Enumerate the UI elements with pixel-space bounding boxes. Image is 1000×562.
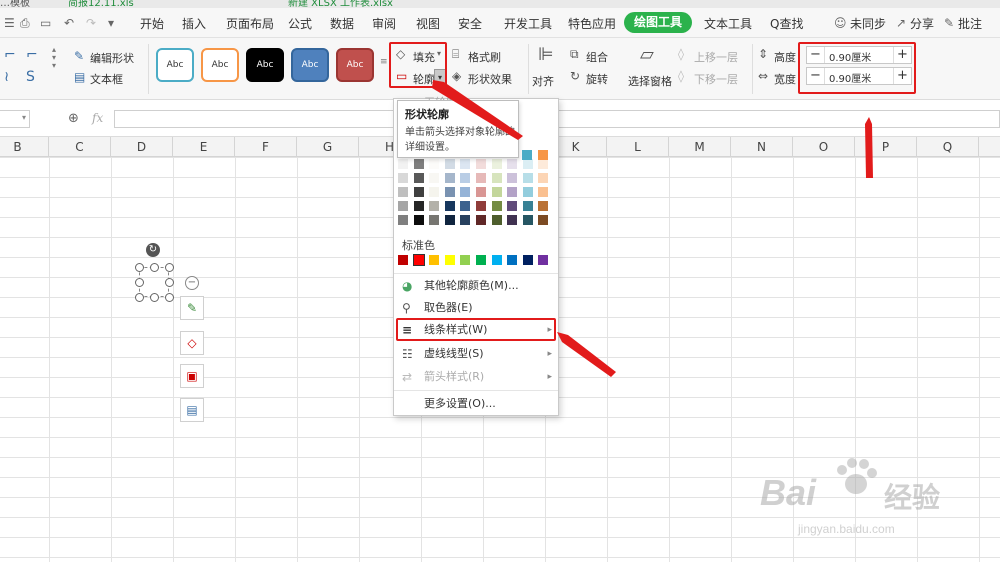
watermark-brand: Bai bbox=[760, 472, 817, 513]
baidu-watermark: Bai 经验 jingyan.baidu.com bbox=[742, 458, 992, 544]
arrow-to-outline bbox=[432, 80, 523, 140]
watermark-url: jingyan.baidu.com bbox=[798, 522, 895, 536]
paw-logo-icon bbox=[837, 458, 877, 494]
watermark-brand-cn: 经验 bbox=[884, 481, 941, 514]
arrow-to-size bbox=[865, 117, 873, 178]
arrow-to-line-style bbox=[557, 332, 616, 377]
